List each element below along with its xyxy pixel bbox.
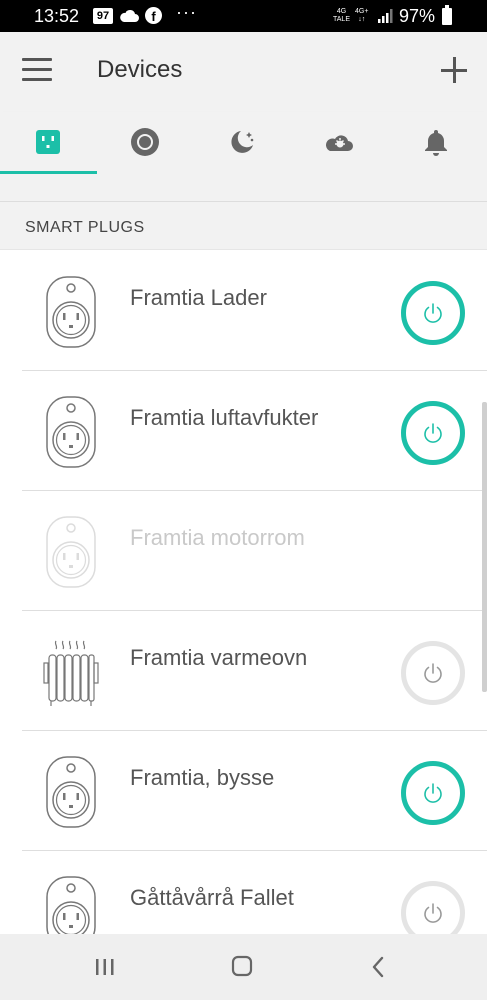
power-icon [424, 783, 442, 803]
bell-icon [425, 130, 447, 156]
tab-bulbs[interactable] [97, 112, 194, 174]
status-time: 13:52 [34, 6, 80, 26]
power-toggle-button[interactable] [401, 281, 465, 345]
more-notifications-icon: ··· [176, 2, 197, 22]
recents-icon[interactable] [90, 954, 120, 980]
status-bar: 13:52 97 f ··· 4G TALE 4G+ ↓↑ 97% [0, 0, 487, 32]
tab-scenes[interactable] [194, 112, 291, 174]
list-top-divider [0, 174, 487, 202]
device-row[interactable]: Framtia motorrom [0, 491, 487, 611]
device-row[interactable]: Framtia, bysse [0, 731, 487, 851]
add-device-button[interactable] [440, 56, 468, 84]
night-moon-icon [231, 131, 254, 153]
power-toggle-button[interactable] [401, 761, 465, 825]
smart-plug-icon [46, 396, 96, 468]
cloud-icon [120, 9, 139, 22]
device-row[interactable]: Gåttåvårrå Fallet [0, 851, 487, 934]
power-icon [424, 303, 442, 323]
device-name: Framtia varmeovn [130, 645, 308, 670]
battery-icon [442, 5, 452, 25]
battery-percent: 97% [399, 6, 436, 26]
device-row[interactable]: Framtia luftavfukter [0, 371, 487, 491]
smart-plug-icon [46, 756, 96, 828]
smart-plug-icon [46, 276, 96, 348]
tab-notifications[interactable] [388, 112, 485, 174]
home-icon[interactable] [227, 954, 257, 980]
device-row[interactable]: Framtia Lader [0, 251, 487, 371]
device-name: Framtia motorrom [130, 525, 305, 550]
network-label: 4G [336, 8, 347, 15]
scrollbar[interactable] [482, 232, 487, 732]
power-toggle-button[interactable] [401, 881, 465, 934]
section-title: SMART PLUGS [25, 219, 145, 236]
tab-automation[interactable] [291, 112, 388, 174]
device-name: Framtia Lader [130, 285, 267, 310]
power-icon [424, 903, 442, 923]
power-icon [424, 663, 442, 683]
smart-plug-icon [46, 516, 96, 588]
back-icon[interactable] [364, 954, 394, 980]
power-toggle-button[interactable] [401, 641, 465, 705]
device-list[interactable]: SMART PLUGS Framtia Lader Framtia luftav… [0, 174, 487, 934]
network-4g-icon: 4G TALE [333, 8, 350, 24]
network-sublabel: ↓↑ [358, 16, 366, 23]
menu-icon[interactable] [22, 58, 52, 82]
smart-plug-icon [36, 130, 60, 154]
signal-strength-icon [378, 9, 393, 23]
device-name: Framtia luftavfukter [130, 405, 319, 430]
notification-badge-icon: 97 [93, 8, 113, 24]
power-icon [424, 423, 442, 443]
app-bar: Devices [0, 32, 487, 112]
system-nav-bar [0, 934, 487, 1000]
network-4g-plus-icon: 4G+ ↓↑ [355, 8, 368, 24]
network-sublabel: TALE [333, 16, 350, 23]
bulb-icon [131, 128, 159, 156]
radiator-icon [43, 640, 99, 706]
network-label: 4G+ [355, 8, 369, 15]
tab-smart-plugs[interactable] [0, 112, 97, 174]
power-toggle-button[interactable] [401, 401, 465, 465]
device-name: Framtia, bysse [130, 765, 275, 790]
device-name: Gåttåvårrå Fallet [130, 885, 294, 910]
scrollbar-thumb[interactable] [482, 402, 487, 692]
section-header: SMART PLUGS [0, 202, 487, 250]
cloud-sun-icon [326, 135, 353, 151]
device-row[interactable]: Framtia varmeovn [0, 611, 487, 731]
facebook-icon: f [145, 7, 162, 24]
category-tabs [0, 112, 487, 174]
smart-plug-icon [46, 876, 96, 934]
page-title: Devices [97, 56, 183, 83]
